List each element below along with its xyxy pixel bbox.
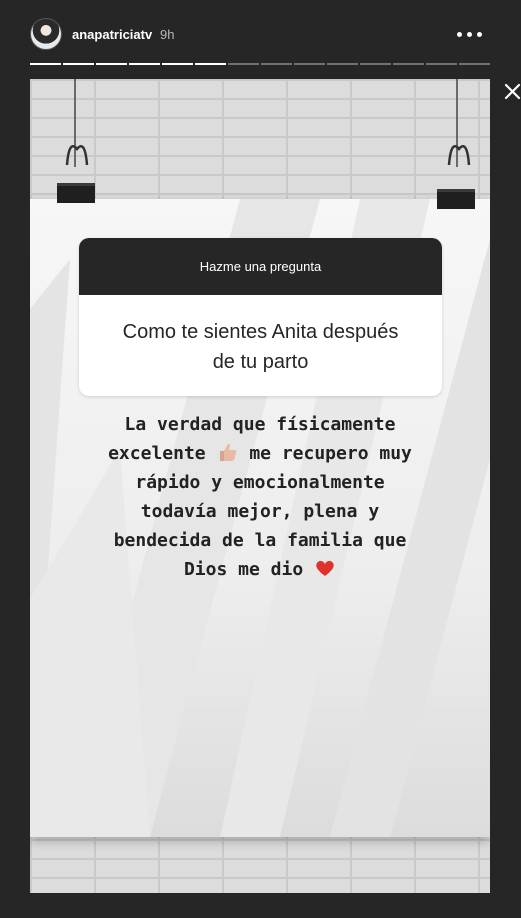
- progress-segment: [360, 63, 391, 65]
- binder-clip-right-body: [437, 189, 475, 209]
- story-header: anapatriciatv 9h: [0, 0, 521, 70]
- binder-clip-icon: [65, 79, 89, 167]
- answer-line-part: me recupero muy: [249, 443, 412, 464]
- progress-segment: [459, 63, 490, 65]
- answer-line-part: excelente: [108, 443, 206, 464]
- answer-line: Dios me dio: [30, 555, 490, 584]
- close-icon[interactable]: [502, 80, 521, 102]
- answer-line: todavía mejor, plena y: [140, 501, 380, 522]
- question-sticker-title: Hazme una pregunta: [79, 238, 442, 295]
- progress-segment: [327, 63, 358, 65]
- question-text: Como te sientes Anita después de tu part…: [79, 295, 442, 377]
- more-options-icon[interactable]: [452, 24, 486, 44]
- progress-segment: [129, 63, 160, 65]
- avatar[interactable]: [30, 18, 62, 50]
- progress-segment: [261, 63, 292, 65]
- progress-segment: [96, 63, 127, 65]
- binder-clip-icon: [447, 79, 471, 167]
- answer-line: La verdad que físicamente: [124, 414, 396, 435]
- red-heart-icon: [316, 560, 334, 576]
- progress-segment: [426, 63, 457, 65]
- binder-clip-left-body: [57, 183, 95, 203]
- post-time: 9h: [160, 27, 175, 42]
- thumbs-up-icon: [220, 443, 237, 461]
- progress-segment: [294, 63, 325, 65]
- story-progress-bar: [30, 63, 490, 66]
- progress-segment: [393, 63, 424, 65]
- progress-segment: [195, 63, 226, 65]
- story-content[interactable]: Hazme una pregunta Como te sientes Anita…: [30, 79, 490, 893]
- progress-segment: [228, 63, 259, 65]
- answer-line: bendecida de la familia que: [113, 530, 407, 551]
- answer-line: rápido y emocionalmente: [135, 472, 385, 493]
- progress-segment: [63, 63, 94, 65]
- answer-line: excelente me recupero muy: [30, 439, 490, 468]
- question-line: de tu parto: [212, 351, 309, 373]
- progress-segment: [162, 63, 193, 65]
- story-viewer: anapatriciatv 9h Hazme una pregunta Como…: [0, 0, 521, 918]
- answer-text: La verdad que físicamente excelente me r…: [30, 410, 490, 584]
- question-line: Como te sientes Anita después: [122, 321, 399, 343]
- progress-segment: [30, 63, 61, 65]
- username[interactable]: anapatriciatv: [72, 27, 152, 42]
- question-sticker[interactable]: Hazme una pregunta Como te sientes Anita…: [79, 238, 442, 396]
- answer-line-part: Dios me dio: [183, 559, 304, 580]
